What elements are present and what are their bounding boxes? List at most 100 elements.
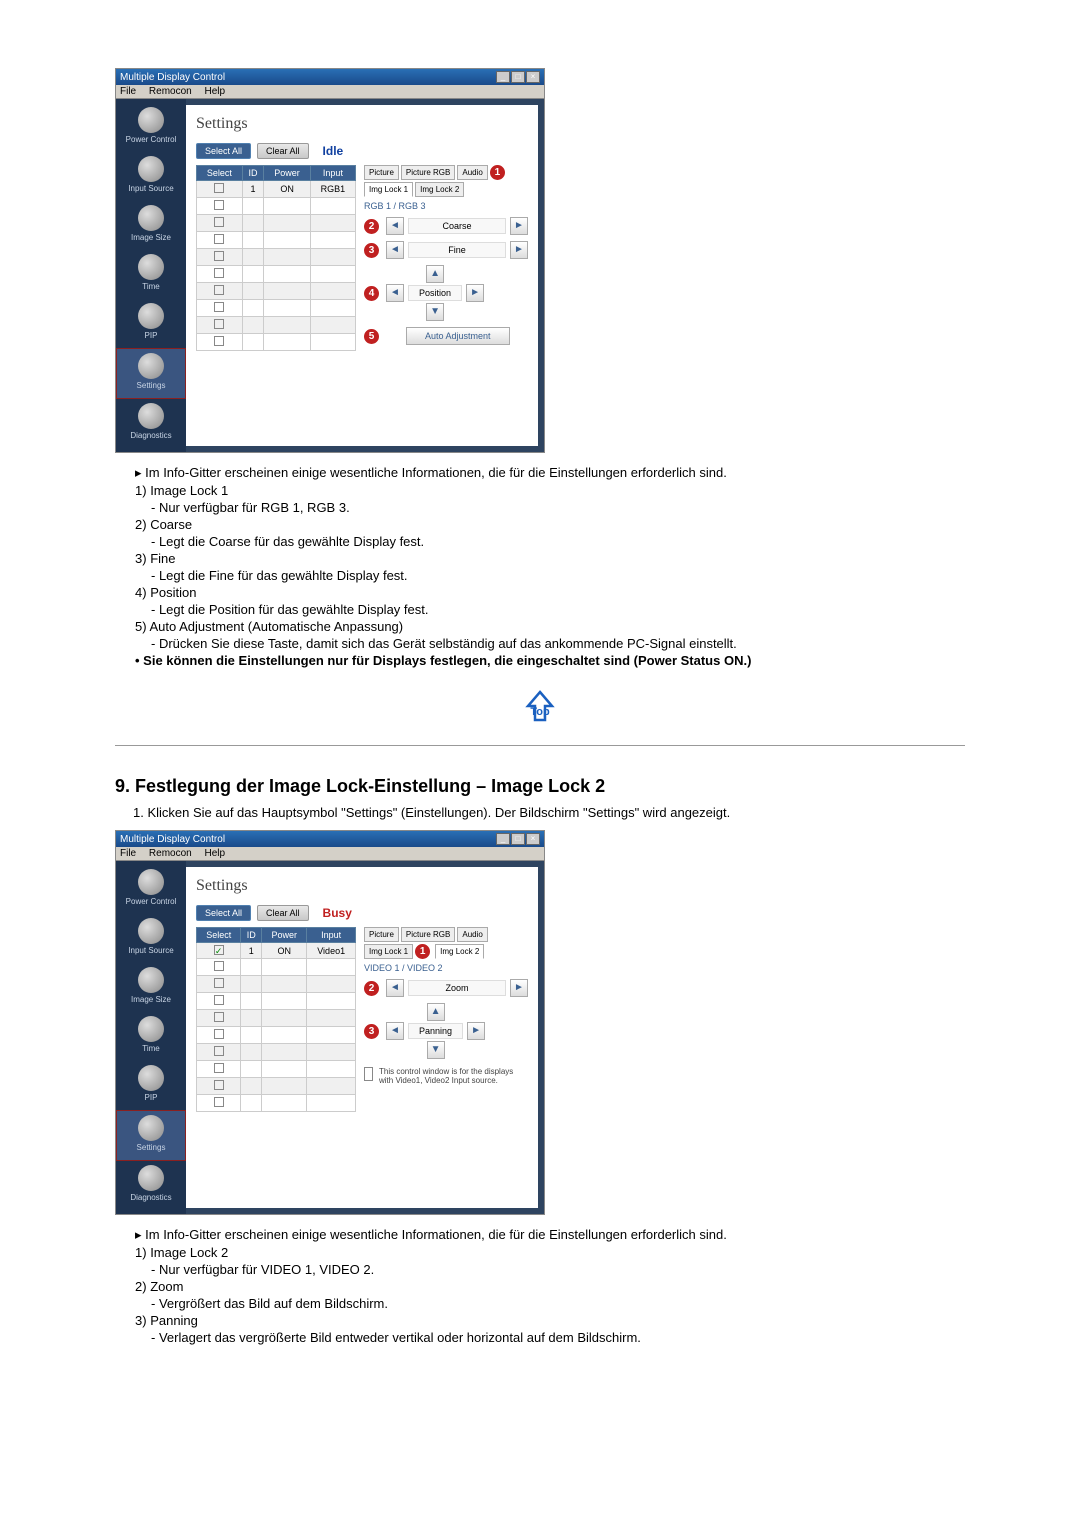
sidebar-item-power-control[interactable]: Power Control (116, 865, 186, 914)
col-select: Select (197, 166, 243, 181)
table-row[interactable] (197, 1044, 356, 1061)
checkbox[interactable] (214, 268, 224, 278)
menu-help[interactable]: Help (205, 848, 226, 859)
table-row[interactable] (197, 1078, 356, 1095)
table-row[interactable] (197, 976, 356, 993)
sidebar-item-diagnostics[interactable]: Diagnostics (116, 1161, 186, 1210)
sidebar-item-time[interactable]: Time (116, 250, 186, 299)
table-row[interactable] (197, 232, 356, 249)
coarse-increase[interactable]: ► (510, 217, 528, 235)
clear-all-button[interactable]: Clear All (257, 905, 309, 921)
position-right[interactable]: ► (466, 284, 484, 302)
select-all-button[interactable]: Select All (196, 143, 251, 159)
checkbox[interactable] (214, 1063, 224, 1073)
checkbox[interactable] (214, 1080, 224, 1090)
checkbox[interactable] (214, 251, 224, 261)
table-row[interactable] (197, 1095, 356, 1112)
checkbox[interactable] (214, 978, 224, 988)
tab-img-lock-2[interactable]: Img Lock 2 (415, 182, 464, 197)
tab-audio[interactable]: Audio (457, 165, 487, 180)
table-row[interactable] (197, 198, 356, 215)
tab-img-lock-2[interactable]: Img Lock 2 (435, 944, 484, 959)
sidebar-item-image-size[interactable]: Image Size (116, 963, 186, 1012)
checkbox[interactable] (214, 234, 224, 244)
table-row[interactable] (197, 266, 356, 283)
sidebar-item-time[interactable]: Time (116, 1012, 186, 1061)
table-row[interactable] (197, 1010, 356, 1027)
table-row[interactable] (197, 959, 356, 976)
menu-remocon[interactable]: Remocon (149, 86, 192, 97)
table-row[interactable] (197, 1061, 356, 1078)
menu-help[interactable]: Help (205, 86, 226, 97)
checkbox[interactable] (214, 995, 224, 1005)
position-up[interactable]: ▲ (426, 265, 444, 283)
checkbox[interactable] (214, 1029, 224, 1039)
info-grid-note: Im Info-Gitter erscheinen einige wesentl… (135, 1227, 965, 1243)
panning-right[interactable]: ► (467, 1022, 485, 1040)
tab-picture[interactable]: Picture (364, 927, 399, 942)
checkbox[interactable] (214, 961, 224, 971)
maximize-icon[interactable]: □ (511, 71, 525, 83)
panning-left[interactable]: ◄ (386, 1022, 404, 1040)
table-row[interactable] (197, 334, 356, 351)
tab-picture[interactable]: Picture (364, 165, 399, 180)
checkbox[interactable] (214, 200, 224, 210)
checkbox[interactable] (214, 285, 224, 295)
tab-img-lock-1[interactable]: Img Lock 1 (364, 182, 413, 197)
diagnostics-icon (138, 403, 164, 429)
zoom-decrease[interactable]: ◄ (386, 979, 404, 997)
fine-decrease[interactable]: ◄ (386, 241, 404, 259)
position-down[interactable]: ▼ (426, 303, 444, 321)
tab-picture-rgb[interactable]: Picture RGB (401, 927, 455, 942)
sidebar-item-pip[interactable]: PIP (116, 299, 186, 348)
coarse-decrease[interactable]: ◄ (386, 217, 404, 235)
checkbox[interactable] (214, 217, 224, 227)
table-row[interactable] (197, 1027, 356, 1044)
close-icon[interactable]: × (526, 71, 540, 83)
table-row[interactable] (197, 993, 356, 1010)
close-icon[interactable]: × (526, 833, 540, 845)
sidebar-item-settings[interactable]: Settings (116, 348, 186, 399)
auto-adjustment-button[interactable]: Auto Adjustment (406, 327, 510, 345)
sidebar-item-input-source[interactable]: Input Source (116, 914, 186, 963)
sidebar-item-input-source[interactable]: Input Source (116, 152, 186, 201)
menu-remocon[interactable]: Remocon (149, 848, 192, 859)
checkbox[interactable] (214, 1012, 224, 1022)
table-row[interactable] (197, 283, 356, 300)
table-row[interactable]: 1ONRGB1 (197, 181, 356, 198)
zoom-increase[interactable]: ► (510, 979, 528, 997)
table-row[interactable]: 1ONVideo1 (197, 943, 356, 959)
tab-img-lock-1[interactable]: Img Lock 1 (364, 944, 413, 959)
table-row[interactable] (197, 215, 356, 232)
table-row[interactable] (197, 249, 356, 266)
table-row[interactable] (197, 300, 356, 317)
table-row[interactable] (197, 317, 356, 334)
clear-all-button[interactable]: Clear All (257, 143, 309, 159)
checkbox[interactable] (214, 1097, 224, 1107)
sidebar-item-settings[interactable]: Settings (116, 1110, 186, 1161)
checkbox[interactable] (214, 1046, 224, 1056)
tab-picture-rgb[interactable]: Picture RGB (401, 165, 455, 180)
sub-label: VIDEO 1 / VIDEO 2 (364, 963, 528, 973)
menu-file[interactable]: File (120, 86, 136, 97)
sidebar-item-diagnostics[interactable]: Diagnostics (116, 399, 186, 448)
tab-audio[interactable]: Audio (457, 927, 487, 942)
checkbox[interactable] (214, 945, 224, 955)
checkbox[interactable] (214, 319, 224, 329)
checkbox[interactable] (214, 336, 224, 346)
sidebar-item-pip[interactable]: PIP (116, 1061, 186, 1110)
checkbox[interactable] (214, 302, 224, 312)
sidebar-item-image-size[interactable]: Image Size (116, 201, 186, 250)
panning-up[interactable]: ▲ (427, 1003, 445, 1021)
checkbox[interactable] (214, 183, 224, 193)
top-link[interactable]: Top (115, 688, 965, 731)
menu-file[interactable]: File (120, 848, 136, 859)
maximize-icon[interactable]: □ (511, 833, 525, 845)
position-left[interactable]: ◄ (386, 284, 404, 302)
panning-down[interactable]: ▼ (427, 1041, 445, 1059)
select-all-button[interactable]: Select All (196, 905, 251, 921)
minimize-icon[interactable]: _ (496, 833, 510, 845)
minimize-icon[interactable]: _ (496, 71, 510, 83)
fine-increase[interactable]: ► (510, 241, 528, 259)
sidebar-item-power-control[interactable]: Power Control (116, 103, 186, 152)
